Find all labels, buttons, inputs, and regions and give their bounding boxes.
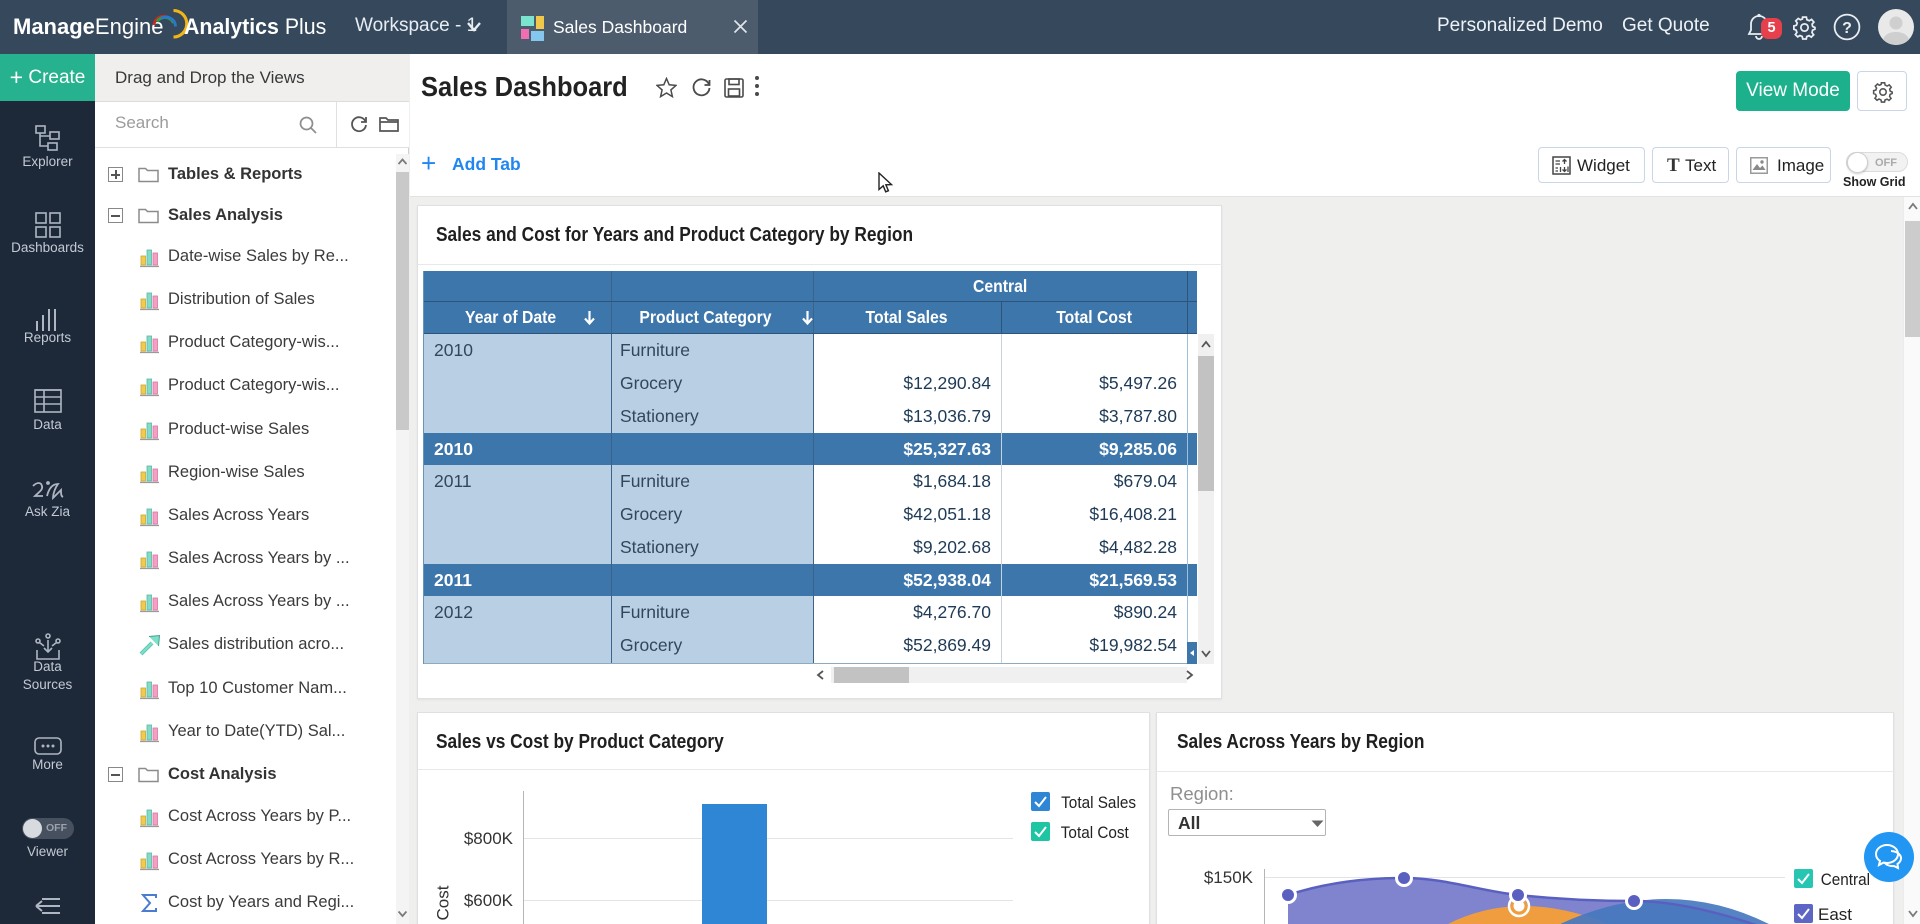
- svg-text:?: ?: [1842, 20, 1852, 37]
